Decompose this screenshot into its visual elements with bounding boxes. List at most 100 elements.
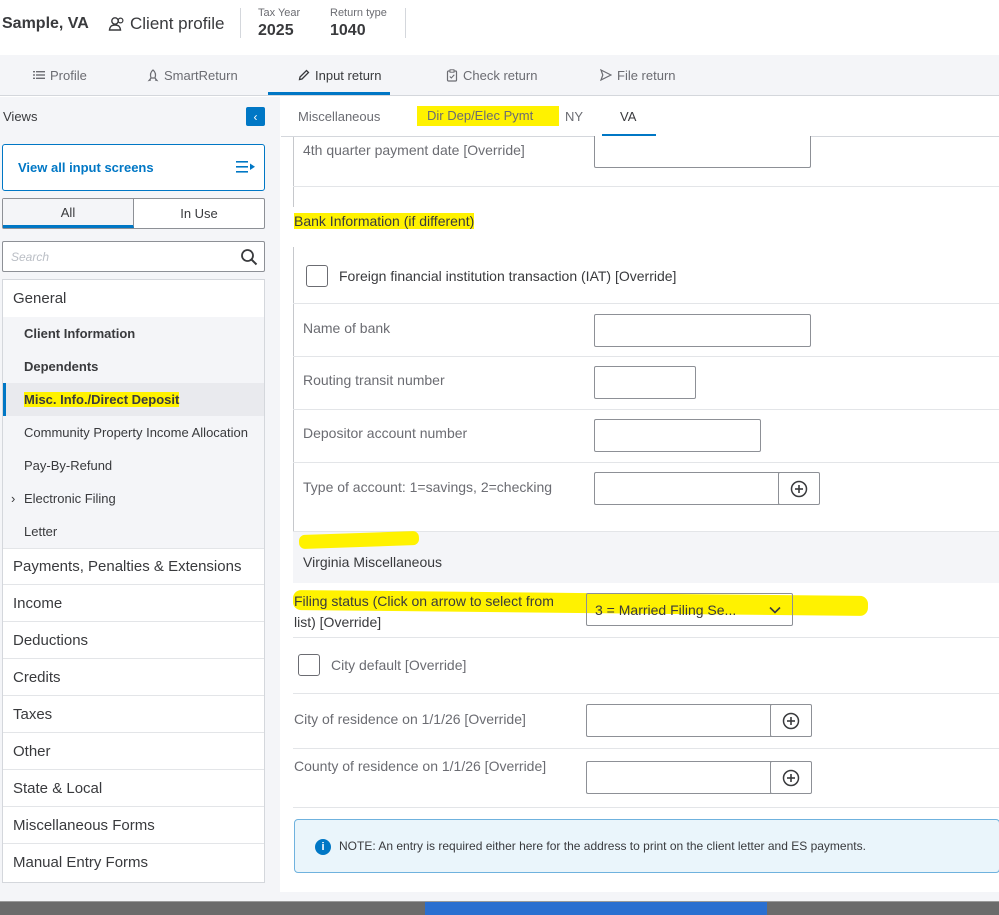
header-divider xyxy=(405,8,406,38)
chevron-right-icon[interactable]: › xyxy=(11,491,15,506)
q4-payment-date-label: 4th quarter payment date [Override] xyxy=(303,142,525,158)
tree-group-deductions[interactable]: Deductions xyxy=(3,622,264,659)
tree-group-payments[interactable]: Payments, Penalties & Extensions xyxy=(3,548,264,585)
filter-all-button[interactable]: All xyxy=(3,199,134,228)
sidebar: Views ‹ View all input screens All In Us… xyxy=(0,97,280,915)
view-all-input-screens-button[interactable]: View all input screens xyxy=(2,144,265,191)
tree-group-income[interactable]: Income xyxy=(3,585,264,622)
tree-group-general[interactable]: General xyxy=(3,280,264,317)
city-default-label: City default [Override] xyxy=(331,657,467,673)
tax-year-label: Tax Year xyxy=(258,7,301,19)
tax-year-value: 2025 xyxy=(258,22,294,39)
tab-dir-dep-elec-pymt[interactable]: Dir Dep/Elec Pymt xyxy=(417,106,560,126)
row-divider xyxy=(293,748,999,749)
filing-status-value: 3 = Married Filing Se... xyxy=(595,601,737,618)
info-icon: i xyxy=(315,839,331,855)
tab-miscellaneous[interactable]: Miscellaneous xyxy=(298,109,380,124)
nav-active-indicator xyxy=(268,92,390,95)
bank-section-title: Bank Information (if different) xyxy=(294,213,475,229)
views-label: Views xyxy=(3,109,38,124)
nav-check-return-label: Check return xyxy=(463,67,538,83)
account-number-label: Depositor account number xyxy=(303,425,468,441)
client-header: Sample, VA Client profile Tax Year 2025 … xyxy=(0,0,999,52)
q4-payment-date-input[interactable] xyxy=(594,136,811,168)
tree-group-other[interactable]: Other xyxy=(3,733,264,770)
tree-item-label: Electronic Filing xyxy=(24,491,116,506)
plus-circle-icon xyxy=(782,769,800,786)
nav-input-return-label: Input return xyxy=(315,67,382,83)
nav-smartreturn[interactable]: SmartReturn xyxy=(147,55,238,95)
county-residence-add-button[interactable] xyxy=(770,761,812,794)
nav-profile-label: Profile xyxy=(50,67,87,83)
plus-circle-icon xyxy=(782,712,800,729)
county-residence-input[interactable] xyxy=(586,761,772,794)
input-screen-tree: General Client Information Dependents Mi… xyxy=(2,279,265,883)
tree-group-taxes[interactable]: Taxes xyxy=(3,696,264,733)
search-input[interactable]: Search xyxy=(2,241,265,272)
background-window xyxy=(425,902,767,915)
tree-group-state-local[interactable]: State & Local xyxy=(3,770,264,807)
bank-name-input[interactable] xyxy=(594,314,811,347)
collapse-sidebar-button[interactable]: ‹ xyxy=(246,107,265,126)
search-icon[interactable] xyxy=(240,248,258,266)
return-type-value: 1040 xyxy=(330,22,366,39)
row-divider xyxy=(293,303,999,304)
iat-label: Foreign financial institution transactio… xyxy=(339,268,677,284)
filter-toggle: All In Use xyxy=(2,198,265,229)
list-arrow-icon xyxy=(236,161,255,173)
clipboard-icon xyxy=(446,68,458,82)
main-nav: Profile SmartReturn Input return Check r… xyxy=(0,55,999,96)
nav-check-return[interactable]: Check return xyxy=(446,55,537,95)
view-all-label: View all input screens xyxy=(18,160,154,175)
bank-name-label: Name of bank xyxy=(303,320,391,336)
row-divider xyxy=(293,693,999,694)
tree-item-community-property[interactable]: Community Property Income Allocation xyxy=(3,416,264,449)
tree-item-letter[interactable]: Letter xyxy=(3,515,264,548)
tab-ny[interactable]: NY xyxy=(565,109,583,124)
account-number-input[interactable] xyxy=(594,419,761,452)
nav-profile[interactable]: Profile xyxy=(33,55,87,95)
search-placeholder: Search xyxy=(11,250,50,264)
city-residence-input[interactable] xyxy=(586,704,772,737)
account-type-label: Type of account: 1=savings, 2=checking xyxy=(303,479,553,495)
tree-item-pay-by-refund[interactable]: Pay-By-Refund xyxy=(3,449,264,482)
app-window: Sample, VA Client profile Tax Year 2025 … xyxy=(0,0,999,915)
routing-number-label: Routing transit number xyxy=(303,372,445,388)
tree-item-client-information[interactable]: Client Information xyxy=(3,317,264,350)
row-divider xyxy=(293,807,999,808)
city-default-checkbox[interactable] xyxy=(298,654,320,676)
nav-file-return-label: File return xyxy=(617,67,676,83)
account-type-input[interactable] xyxy=(594,472,780,505)
form-guide-line xyxy=(293,247,294,532)
tree-item-misc-direct-deposit[interactable]: Misc. Info./Direct Deposit xyxy=(3,383,264,416)
send-icon xyxy=(600,69,612,81)
chevron-left-icon: ‹ xyxy=(253,109,258,124)
people-icon xyxy=(108,17,124,31)
iat-checkbox[interactable] xyxy=(306,265,328,287)
chevron-down-icon[interactable] xyxy=(769,606,781,614)
tab-va[interactable]: VA xyxy=(620,109,636,124)
form-tabs: Miscellaneous Dir Dep/Elec Pymt NY VA xyxy=(281,97,999,137)
input-form-panel: Miscellaneous Dir Dep/Elec Pymt NY VA 4t… xyxy=(281,97,999,915)
tree-item-dependents[interactable]: Dependents xyxy=(3,350,264,383)
nav-smartreturn-label: SmartReturn xyxy=(164,67,238,83)
account-type-add-button[interactable] xyxy=(778,472,820,505)
tree-item-electronic-filing[interactable]: › Electronic Filing xyxy=(3,482,264,515)
info-note-text: NOTE: An entry is required either here f… xyxy=(339,839,866,853)
plus-circle-icon xyxy=(790,480,808,497)
tree-group-manual-entry[interactable]: Manual Entry Forms xyxy=(3,844,264,881)
client-profile-link[interactable]: Client profile xyxy=(108,14,225,34)
row-divider xyxy=(293,356,999,357)
tree-group-misc-forms[interactable]: Miscellaneous Forms xyxy=(3,807,264,844)
city-residence-add-button[interactable] xyxy=(770,704,812,737)
filing-status-select[interactable]: 3 = Married Filing Se... xyxy=(586,593,793,626)
client-name: Sample, VA xyxy=(2,15,89,32)
nav-file-return[interactable]: File return xyxy=(600,55,676,95)
routing-number-input[interactable] xyxy=(594,366,696,399)
filter-in-use-button[interactable]: In Use xyxy=(134,199,264,228)
pencil-icon xyxy=(298,69,310,81)
tree-group-credits[interactable]: Credits xyxy=(3,659,264,696)
row-divider xyxy=(293,409,999,410)
window-bottom-edge xyxy=(0,892,999,902)
nav-input-return[interactable]: Input return xyxy=(298,55,382,95)
